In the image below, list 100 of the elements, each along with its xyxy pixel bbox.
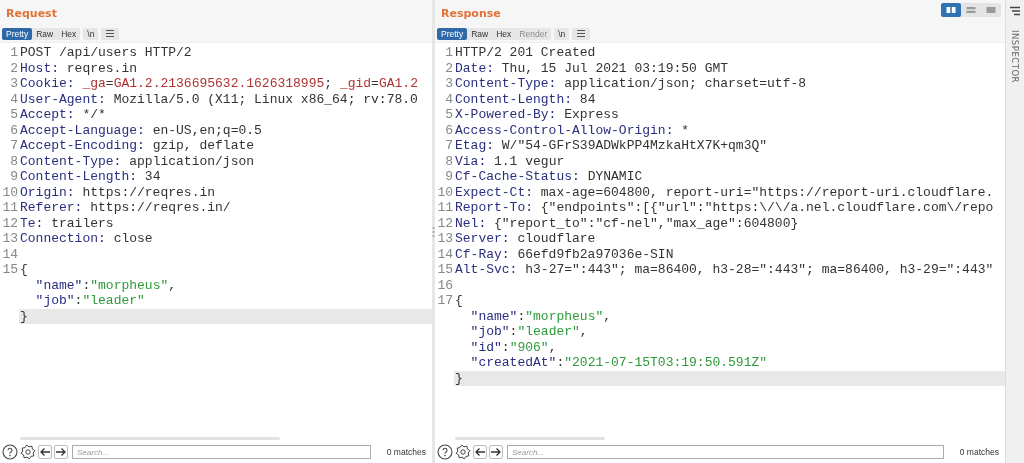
view-tab[interactable]: Pretty — [437, 27, 468, 40]
view-tab[interactable]: Hex — [492, 27, 516, 40]
help-icon[interactable] — [2, 444, 18, 460]
line-number: 5 — [444, 107, 454, 123]
settings-icon[interactable] — [455, 444, 471, 460]
left-arrow-icon — [474, 446, 486, 458]
code-line: POST /api/users HTTP/2 — [20, 45, 192, 61]
view-tab[interactable]: Raw — [467, 27, 493, 40]
splitter-handle[interactable] — [432, 225, 435, 238]
code-line: Content-Type: application/json; charset=utf-8 — [455, 76, 807, 92]
code-line: "job":"leader", — [469, 324, 588, 340]
line-number: 9 — [9, 169, 19, 185]
line-number: 13 — [1, 231, 19, 247]
line-number: 7 — [444, 138, 454, 154]
line-number: 4 — [9, 91, 19, 107]
line-number: 13 — [436, 231, 454, 247]
code-line: Access-Control-Allow-Origin: * — [455, 122, 690, 138]
code-line: Expect-Ct: max-age=604800, report-uri="https://report-uri.cloudflare. — [455, 184, 994, 200]
line-number: 15 — [1, 262, 19, 278]
code-line: Te: trailers — [20, 215, 114, 231]
line-number: 2 — [444, 60, 454, 76]
options-menu-button[interactable] — [101, 27, 120, 40]
code-line: Host: reqres.in — [20, 60, 138, 76]
code-line: Alt-Svc: h3-27=":443"; ma=86400, h3-28=":443"; ma=86400, h3-29=":443" — [455, 262, 994, 278]
line-number: 12 — [1, 215, 19, 231]
line-number: 9 — [444, 169, 454, 185]
code-line: Cookie: _ga=GA1.2.2136695632.1626318995; _gid=GA1.2 — [20, 76, 418, 92]
line-number: 14 — [1, 246, 19, 262]
line-number: 1 — [9, 45, 19, 61]
line-number: 5 — [9, 107, 19, 123]
code-line: "createdAt":"2021-07-15T03:19:50.591Z" — [469, 355, 768, 371]
code-line: Connection: close — [20, 231, 153, 247]
code-line: User-Agent: Mozilla/5.0 (X11; Linux x86_64; rv:78.0 — [20, 91, 418, 107]
line-number: 11 — [436, 200, 454, 216]
code-line: Server: cloudflare — [455, 231, 596, 247]
code-line: { — [455, 293, 463, 309]
line-number: 10 — [1, 184, 19, 200]
line-number: 10 — [436, 184, 454, 200]
line-number: 3 — [444, 76, 454, 92]
inspector-tab[interactable]: INSPECTOR — [1010, 30, 1020, 83]
line-number: 1 — [444, 45, 454, 61]
next-button[interactable] — [489, 445, 503, 459]
line-number: 11 — [1, 200, 19, 216]
previous-button[interactable] — [473, 445, 487, 459]
line-number: 16 — [436, 277, 454, 293]
search-field[interactable]: Search... — [507, 445, 944, 459]
line-number: 8 — [444, 153, 454, 169]
code-line: X-Powered-By: Express — [455, 107, 619, 123]
code-line: Date: Thu, 15 Jul 2021 03:19:50 GMT — [455, 60, 729, 76]
menu-icon[interactable] — [1009, 6, 1021, 16]
pane-title: Request — [6, 7, 57, 20]
right-arrow-icon — [55, 446, 67, 458]
code-line: Report-To: {"endpoints":[{"url":"https:\/\/a.nel.cloudflare.com\/repo — [455, 200, 994, 216]
code-line: "job":"leader" — [34, 293, 145, 309]
previous-button[interactable] — [38, 445, 52, 459]
view-tab[interactable]: Pretty — [2, 27, 33, 40]
code-line: Content-Length: 84 — [455, 91, 596, 107]
code-line: Accept-Language: en-US,en;q=0.5 — [20, 122, 262, 138]
line-number: 12 — [436, 215, 454, 231]
code-line: Via: 1.1 vegur — [455, 153, 565, 169]
left-arrow-icon — [39, 446, 51, 458]
settings-icon[interactable] — [20, 444, 36, 460]
layout-button[interactable] — [941, 3, 961, 17]
code-line: { — [20, 262, 28, 278]
code-line: Origin: https://reqres.in — [20, 184, 216, 200]
code-line: Content-Length: 34 — [20, 169, 161, 185]
code-line: } — [20, 308, 28, 324]
line-number: 7 — [9, 138, 19, 154]
line-number: 15 — [436, 262, 454, 278]
line-number: 8 — [9, 153, 19, 169]
next-button[interactable] — [54, 445, 68, 459]
code-line: Cf-Ray: 66efd9fb2a97036e-SIN — [455, 246, 674, 262]
line-number: 2 — [9, 60, 19, 76]
code-line: Accept-Encoding: gzip, deflate — [20, 138, 255, 154]
newline-toggle[interactable]: \n — [554, 27, 570, 40]
newline-toggle[interactable]: \n — [83, 27, 99, 40]
match-count: 0 matches — [959, 447, 999, 457]
line-number: 6 — [9, 122, 19, 138]
code-line: "name":"morpheus", — [34, 277, 177, 293]
menu-icon — [105, 29, 116, 38]
code-line: Referer: https://reqres.in/ — [20, 200, 231, 216]
code-line: HTTP/2 201 Created — [455, 45, 596, 61]
line-number: 6 — [444, 122, 454, 138]
line-number: 3 — [9, 76, 19, 92]
code-line: } — [455, 370, 463, 386]
view-tab[interactable]: Hex — [57, 27, 81, 40]
code-line: "name":"morpheus", — [469, 308, 612, 324]
options-menu-button[interactable] — [572, 27, 591, 40]
view-tab[interactable]: Raw — [32, 27, 58, 40]
help-icon[interactable] — [437, 444, 453, 460]
line-number: 17 — [436, 293, 454, 309]
code-line: Etag: W/"54-GFrS39ADWkPP4MzkaHtX7K+qm3Q" — [455, 138, 768, 154]
code-line: Nel: {"report_to":"cf-nel","max_age":604800} — [455, 215, 799, 231]
search-field[interactable]: Search... — [72, 445, 371, 459]
code-line: Cf-Cache-Status: DYNAMIC — [455, 169, 643, 185]
code-line: Accept: */* — [20, 107, 106, 123]
code-line: "id":"906", — [469, 339, 557, 355]
right-arrow-icon — [490, 446, 502, 458]
line-number: 14 — [436, 246, 454, 262]
line-number: 4 — [444, 91, 454, 107]
